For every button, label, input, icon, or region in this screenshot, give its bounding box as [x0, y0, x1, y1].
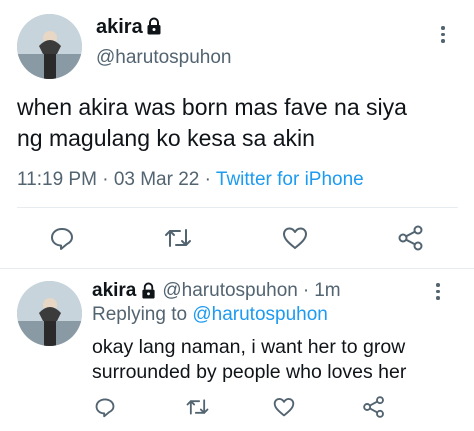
- reply-icon[interactable]: [94, 396, 116, 418]
- divider: [17, 207, 458, 208]
- like-icon[interactable]: [272, 396, 296, 418]
- share-icon[interactable]: [397, 224, 425, 252]
- main-tweet-line-1: when akira was born mas fave na siya: [17, 94, 407, 120]
- meta-separator: ·: [302, 280, 310, 301]
- avatar-image: [17, 14, 82, 79]
- avatar-image: [17, 281, 82, 346]
- reply-tweet-text: okay lang naman, i want her to grow surr…: [92, 335, 406, 385]
- main-tweet-date: 03 Mar 22: [113, 169, 200, 190]
- main-handle[interactable]: @harutospuhon: [96, 47, 232, 69]
- replying-to-handle[interactable]: @harutospuhon: [192, 304, 328, 325]
- reply-more-options-icon[interactable]: [436, 283, 440, 300]
- main-tweet-line-2: ng magulang ko kesa sa akin: [17, 125, 315, 151]
- divider: [0, 268, 474, 269]
- retweet-icon[interactable]: [163, 225, 193, 251]
- reply-time: 1m: [314, 280, 341, 301]
- share-icon[interactable]: [362, 395, 386, 419]
- reply-avatar[interactable]: [17, 281, 82, 346]
- reply-tweet-line-1: okay lang naman, i want her to grow: [92, 336, 406, 358]
- reply-header: akira @harutospuhon · 1m: [92, 279, 341, 302]
- replying-to: Replying to @harutospuhon: [92, 303, 328, 326]
- retweet-icon[interactable]: [185, 396, 210, 418]
- replying-to-label: Replying to: [92, 304, 188, 325]
- lock-icon: [141, 282, 156, 299]
- reply-tweet-line-2: surrounded by people who loves her: [92, 361, 407, 383]
- main-tweet-meta: 11:19 PM · 03 Mar 22 · Twitter for iPhon…: [17, 169, 364, 191]
- like-icon[interactable]: [281, 225, 309, 251]
- meta-separator: ·: [102, 169, 109, 190]
- main-avatar[interactable]: [17, 14, 82, 79]
- reply-author-name[interactable]: akira: [92, 279, 136, 302]
- main-tweet-text: when akira was born mas fave na siya ng …: [17, 92, 407, 154]
- main-more-options-icon[interactable]: [441, 26, 445, 43]
- meta-separator: ·: [204, 169, 211, 190]
- reply-handle[interactable]: @harutospuhon: [162, 279, 298, 302]
- main-tweet-source[interactable]: Twitter for iPhone: [216, 169, 364, 190]
- lock-icon: [146, 17, 162, 35]
- main-tweet-time: 11:19 PM: [17, 169, 97, 190]
- reply-icon[interactable]: [49, 225, 75, 251]
- main-author-name[interactable]: akira: [96, 15, 143, 39]
